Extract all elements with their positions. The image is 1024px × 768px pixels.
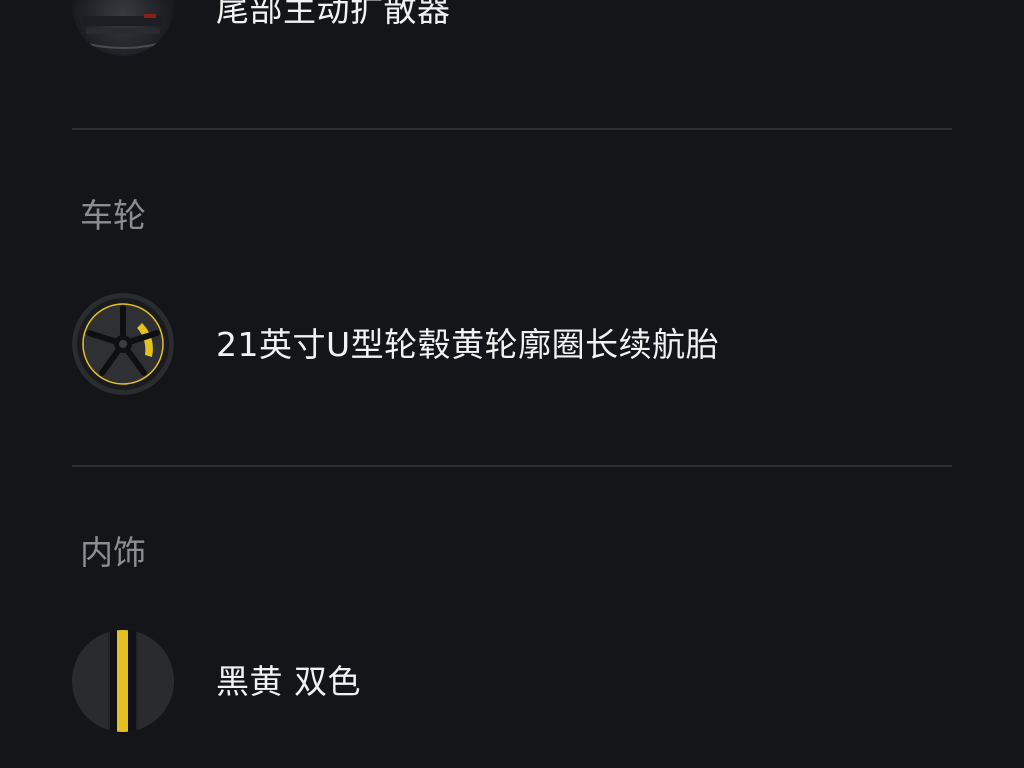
interior-option[interactable]: 黑黄 双色 [216, 662, 361, 702]
section-title-interior: 内饰 [80, 533, 146, 572]
rear-diffuser-option[interactable]: 尾部主动扩散器 [216, 0, 451, 30]
rear-diffuser-thumbnail-icon[interactable] [72, 0, 174, 56]
wheel-option[interactable]: 21英寸U型轮毂黄轮廓圈长续航胎 [216, 325, 719, 365]
options-list: 尾部主动扩散器 车轮 21英寸U型轮毂黄轮廓圈长续航胎 内饰 黑黄 双色 [0, 0, 1024, 768]
section-title-wheels: 车轮 [80, 196, 146, 235]
wheel-thumbnail-icon[interactable] [72, 293, 174, 395]
divider [72, 465, 952, 467]
divider [72, 128, 952, 130]
interior-swatch-thumbnail-icon[interactable] [72, 630, 174, 732]
